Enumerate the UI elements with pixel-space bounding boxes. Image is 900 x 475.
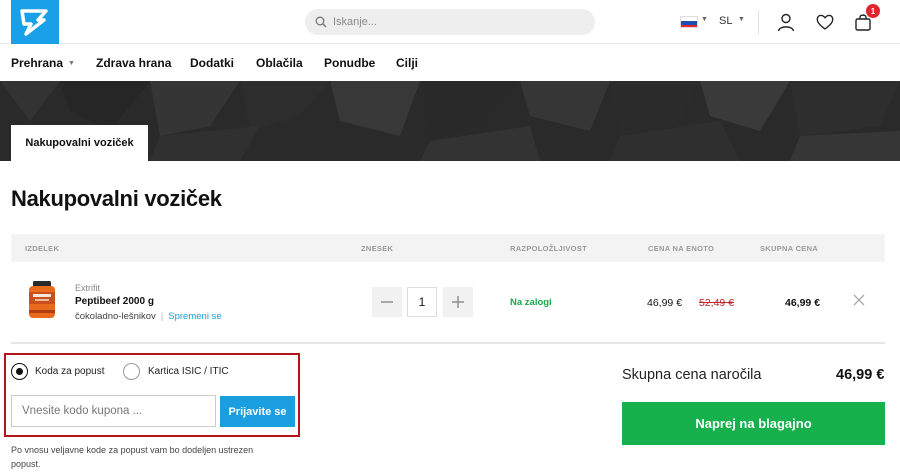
- product-name[interactable]: Peptibeef 2000 g: [75, 296, 154, 307]
- close-icon: [853, 294, 865, 306]
- cart-count-badge: 1: [866, 4, 880, 18]
- plus-icon: [452, 296, 464, 308]
- brand-logo[interactable]: [11, 0, 59, 44]
- column-header-quantity: ZNESEK: [361, 244, 394, 253]
- page-title: Nakupovalni voziček: [11, 186, 222, 211]
- cart-row: Extrifit Peptibeef 2000 g čokoladno-lešn…: [11, 262, 885, 342]
- nav-item-cilji[interactable]: Cilji: [396, 56, 418, 70]
- coupon-code-input[interactable]: [11, 395, 216, 427]
- product-brand: Extrifit: [75, 283, 101, 293]
- checkout-button[interactable]: Naprej na blagajno: [622, 402, 885, 445]
- old-unit-price: 52,49 €: [699, 297, 735, 309]
- change-variant-link[interactable]: Spremeni se: [168, 311, 221, 322]
- radio-label-isic-card[interactable]: Kartica ISIC / ITIC: [148, 366, 229, 377]
- column-header-total-price: SKUPNA CENA: [760, 244, 819, 253]
- nav-item-zdrava-hrana[interactable]: Zdrava hrana: [96, 56, 171, 70]
- cart-table-header: IZDELEK ZNESEK RAZPOLOŽLJIVOST CENA NA E…: [11, 234, 885, 262]
- nav-item-prehrana[interactable]: Prehrana ▼: [11, 56, 75, 70]
- search-icon: [315, 16, 327, 28]
- search-input[interactable]: [333, 16, 573, 28]
- nav-item-oblacila[interactable]: Oblačila: [256, 56, 303, 70]
- banner-tab-cart[interactable]: Nakupovalni voziček: [11, 125, 148, 161]
- row-divider: [11, 342, 885, 344]
- search-bar[interactable]: [305, 9, 595, 35]
- coupon-note: Po vnosu veljavne kode za popust vam bo …: [11, 445, 254, 469]
- language-selector[interactable]: SL: [719, 15, 732, 27]
- product-variant: čokoladno-lešnikov | Spremeni se: [75, 311, 222, 322]
- chevron-down-icon[interactable]: ▼: [738, 16, 745, 23]
- header-divider: [758, 10, 759, 34]
- decrease-quantity-button[interactable]: [372, 287, 402, 317]
- nav-item-ponudbe[interactable]: Ponudbe: [324, 56, 375, 70]
- product-image[interactable]: [27, 280, 57, 320]
- user-icon[interactable]: [776, 12, 796, 32]
- order-total-value: 46,99 €: [836, 367, 885, 383]
- radio-discount-code[interactable]: [11, 363, 28, 380]
- order-total-label: Skupna cena naročila: [622, 367, 762, 383]
- radio-isic-card[interactable]: [123, 363, 140, 380]
- chevron-down-icon: ▼: [68, 60, 75, 67]
- unit-price: 46,99 €: [647, 297, 683, 309]
- radio-label-discount-code[interactable]: Koda za popust: [35, 366, 105, 377]
- quantity-input[interactable]: [407, 287, 437, 317]
- main-navigation: Prehrana ▼ Zdrava hrana Dodatki Oblačila …: [0, 45, 900, 80]
- heart-icon[interactable]: [815, 12, 835, 32]
- remove-item-button[interactable]: [853, 294, 865, 310]
- coupon-panel: Koda za popust Kartica ISIC / ITIC Prija…: [4, 353, 300, 437]
- column-header-unit-price: CENA NA ENOTO: [648, 244, 715, 253]
- column-header-availability: RAZPOLOŽLJIVOST: [510, 244, 588, 253]
- minus-icon: [381, 301, 393, 303]
- increase-quantity-button[interactable]: [443, 287, 473, 317]
- nav-item-dodatki[interactable]: Dodatki: [190, 56, 234, 70]
- site-header: ▼ SL ▼ 1: [0, 0, 900, 44]
- row-total-price: 46,99 €: [785, 297, 821, 309]
- availability-status: Na zalogi: [510, 297, 552, 308]
- chevron-down-icon[interactable]: ▼: [701, 16, 708, 23]
- brand-logo-icon: [20, 9, 48, 36]
- column-header-product: IZDELEK: [25, 244, 60, 253]
- apply-coupon-button[interactable]: Prijavite se: [220, 396, 295, 427]
- flag-slovenia-icon[interactable]: [680, 16, 698, 28]
